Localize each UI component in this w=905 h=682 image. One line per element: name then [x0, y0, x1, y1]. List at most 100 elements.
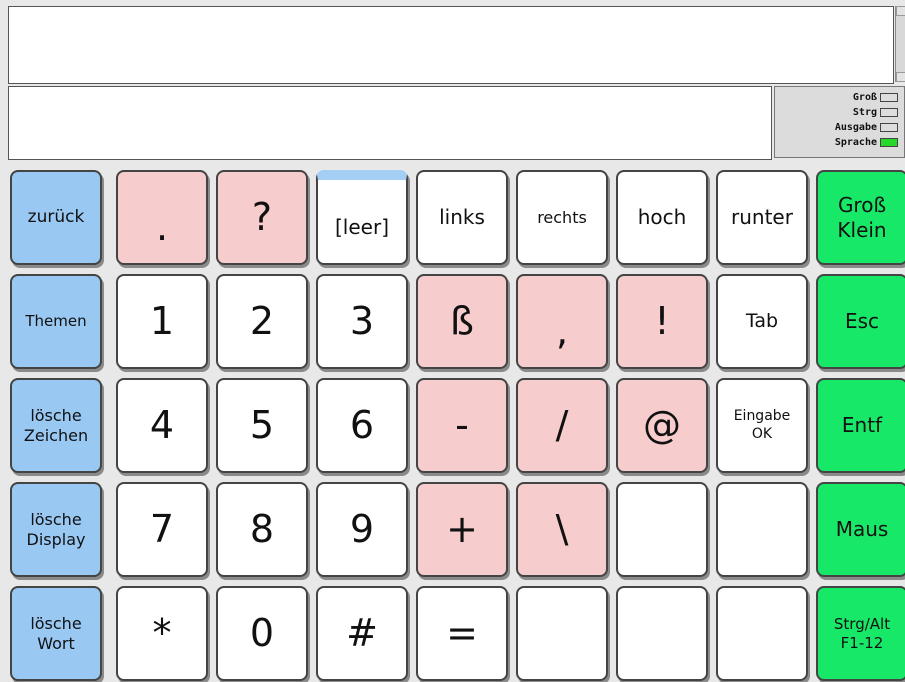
key-8[interactable]: 8 [216, 482, 308, 577]
key-rechts[interactable]: rechts [516, 170, 608, 265]
key-label: / [555, 402, 569, 447]
key-9[interactable]: 9 [316, 482, 408, 577]
key-sym63[interactable]: ? [216, 170, 308, 265]
key-label: 6 [349, 402, 375, 447]
key-5[interactable]: 5 [216, 378, 308, 473]
key-4[interactable]: 4 [116, 378, 208, 473]
key-label: 8 [249, 506, 275, 551]
key-label: lösche Wort [30, 613, 82, 653]
key-sym64[interactable]: @ [616, 378, 708, 473]
key-label: Entf [841, 413, 883, 437]
key-empty[interactable] [716, 586, 808, 681]
key-empty[interactable] [616, 586, 708, 681]
key-sym47[interactable]: / [516, 378, 608, 473]
key-label: 9 [349, 506, 375, 551]
key-label: hoch [637, 205, 687, 229]
key-label: 5 [249, 402, 275, 447]
key-label: * [152, 610, 172, 655]
key-label: \ [555, 506, 569, 551]
key-label: [leer] [335, 215, 389, 239]
key-sym44[interactable]: , [516, 274, 608, 369]
key-3[interactable]: 3 [316, 274, 408, 369]
status-row-1: Strg [853, 105, 898, 120]
key-strgsym47alt-f1-12[interactable]: Strg/Alt F1-12 [816, 586, 905, 681]
key-label: zurück [27, 206, 85, 227]
key-runter[interactable]: runter [716, 170, 808, 265]
key-eingabe-ok[interactable]: Eingabe OK [716, 378, 808, 473]
key-groß-klein[interactable]: Groß Klein [816, 170, 905, 265]
keyboard-grid: zurück.? [leer] links rechts hoch runter Groß … [10, 170, 905, 682]
key-label: Groß Klein [837, 192, 887, 242]
key-label: 3 [349, 298, 375, 343]
key-7[interactable]: 7 [116, 482, 208, 577]
key-sym92[interactable]: \ [516, 482, 608, 577]
key-ß[interactable]: ß [416, 274, 508, 369]
display-scrollbar[interactable] [895, 6, 905, 82]
key-label: + [446, 506, 478, 551]
key-empty[interactable] [716, 482, 808, 577]
status-row-0: Groß [853, 90, 898, 105]
key-lösche-wort[interactable]: lösche Wort [10, 586, 102, 681]
key-themen[interactable]: Themen [10, 274, 102, 369]
key-1[interactable]: 1 [116, 274, 208, 369]
key-zurück[interactable]: zurück [10, 170, 102, 265]
key-sym33[interactable]: ! [616, 274, 708, 369]
key-sym43[interactable]: + [416, 482, 508, 577]
key-label: lösche Zeichen [23, 405, 89, 445]
key-label: 2 [249, 298, 275, 343]
key-label: 7 [149, 506, 175, 551]
status-label: Strg [852, 107, 877, 118]
key-lösche-display[interactable]: lösche Display [10, 482, 102, 577]
scroll-up-arrow-icon[interactable] [896, 6, 905, 16]
key-empty[interactable] [516, 586, 608, 681]
key-label: ß [450, 298, 474, 343]
key-links[interactable]: links [416, 170, 508, 265]
key-entf[interactable]: Entf [816, 378, 905, 473]
key-sym42[interactable]: * [116, 586, 208, 681]
key-0[interactable]: 0 [216, 586, 308, 681]
key-label: Maus [835, 517, 889, 541]
key-label: Eingabe OK [733, 408, 791, 442]
key-label: lösche Display [26, 509, 86, 549]
status-indicator [880, 93, 898, 102]
key-maus[interactable]: Maus [816, 482, 905, 577]
key-hoch[interactable]: hoch [616, 170, 708, 265]
status-indicator [880, 138, 898, 147]
status-indicator [880, 123, 898, 132]
key-6[interactable]: 6 [316, 378, 408, 473]
key-sym46[interactable]: . [116, 170, 208, 265]
status-panel: Groß Strg Ausgabe Sprache [774, 86, 905, 158]
key-lösche-zeichen[interactable]: lösche Zeichen [10, 378, 102, 473]
key-label: Tab [745, 309, 779, 332]
key--[interactable]: - [416, 378, 508, 473]
key-esc[interactable]: Esc [816, 274, 905, 369]
key-label: . [155, 204, 169, 249]
status-label: Ausgabe [834, 122, 877, 133]
status-label: Groß [852, 92, 877, 103]
key-2[interactable]: 2 [216, 274, 308, 369]
key-sym35[interactable]: # [316, 586, 408, 681]
key-sym61[interactable]: = [416, 586, 508, 681]
key-empty[interactable] [616, 482, 708, 577]
key-label: ! [654, 298, 670, 343]
key-label: # [346, 610, 378, 655]
status-indicator [880, 108, 898, 117]
key-label: 0 [249, 610, 275, 655]
input-line[interactable] [8, 86, 772, 160]
status-label: Sprache [834, 137, 877, 148]
key-label: @ [643, 402, 681, 447]
scroll-down-arrow-icon[interactable] [896, 72, 905, 82]
key-label: - [455, 402, 469, 447]
key-label: 4 [149, 402, 175, 447]
key-label: links [439, 205, 485, 229]
key-tab[interactable]: Tab [716, 274, 808, 369]
key-label: Strg/Alt F1-12 [833, 614, 891, 652]
status-row-2: Ausgabe [835, 120, 898, 135]
key-label: Esc [844, 309, 880, 333]
key-label: Themen [25, 312, 87, 331]
key-sym91leersym93[interactable]: [leer] [316, 170, 408, 265]
output-display[interactable] [8, 6, 894, 84]
key-label: ? [251, 194, 273, 239]
key-label: = [446, 610, 478, 655]
key-label: , [555, 308, 569, 353]
